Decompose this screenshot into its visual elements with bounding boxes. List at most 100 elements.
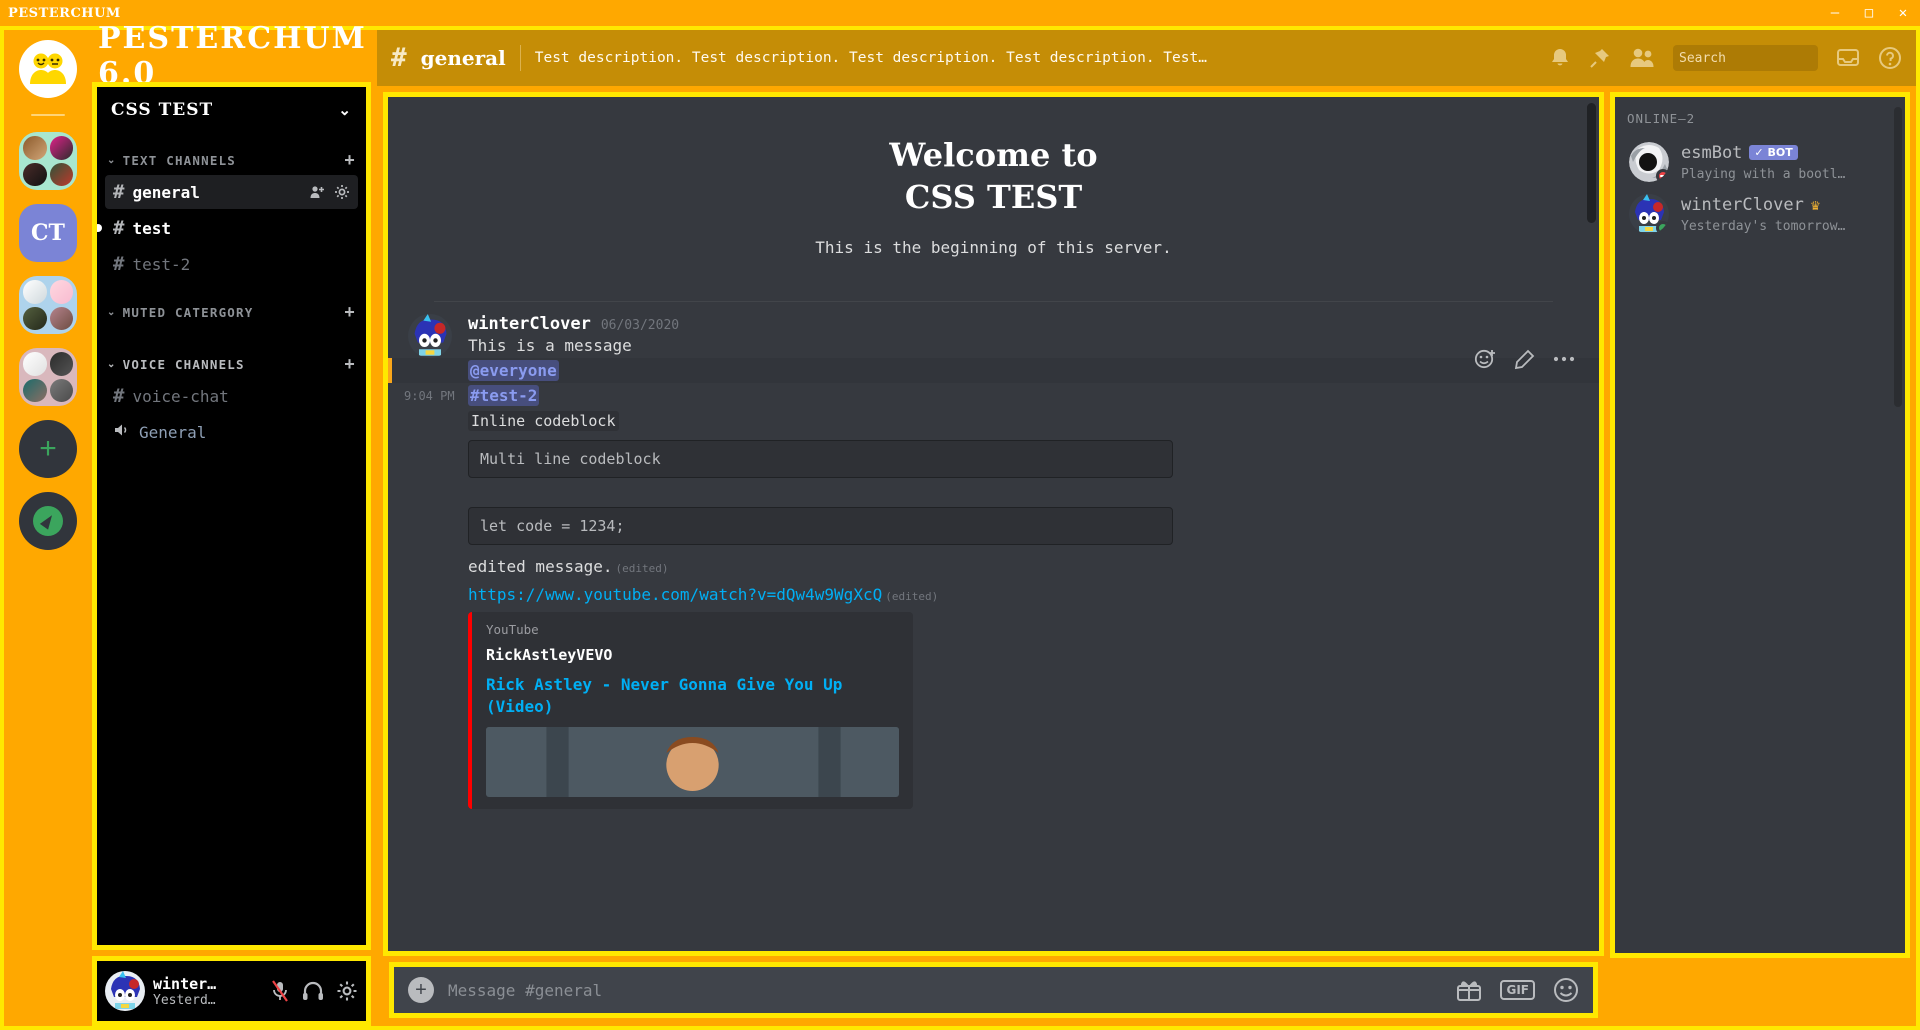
server-folder-2[interactable] (19, 276, 77, 334)
rail-divider (31, 114, 65, 116)
caret-down-icon: ⌄ (107, 358, 117, 370)
category-label: TEXT CHANNELS (122, 152, 237, 168)
sidebar-item-general[interactable]: # general (105, 175, 358, 209)
edit-icon[interactable] (1514, 349, 1535, 370)
gif-button[interactable]: GIF (1500, 980, 1535, 1000)
attach-plus-icon[interactable]: + (408, 977, 434, 1003)
list-item[interactable]: esmBot ✓ BOT Playing with a bootl… (1627, 136, 1893, 188)
gear-icon[interactable] (336, 980, 358, 1002)
channel-mention-link[interactable]: #test-2 (468, 385, 540, 407)
create-invite-icon[interactable] (309, 184, 325, 200)
message-row-edited[interactable]: edited message. (edited) (388, 552, 1599, 582)
message-row-channel-link[interactable]: 9:04 PM #test-2 (388, 383, 1599, 408)
sidebar-item-general-voice[interactable]: General (105, 415, 358, 449)
add-channel-icon[interactable]: + (344, 355, 356, 373)
category-text-channels[interactable]: ⌄ TEXT CHANNELS + (97, 143, 366, 173)
sidebar-item-test[interactable]: # test (97, 211, 358, 245)
channel-topic: Test description. Test description. Test… (534, 50, 1215, 66)
hash-icon: # (113, 253, 125, 275)
mic-muted-icon[interactable] (270, 980, 290, 1002)
guild-header[interactable]: CSS TEST ⌄ (97, 87, 366, 133)
add-channel-icon[interactable]: + (344, 303, 356, 321)
server-ct[interactable]: CT (19, 204, 77, 262)
header-icons (1549, 45, 1902, 71)
speaker-icon (113, 422, 131, 442)
bell-icon[interactable] (1549, 47, 1571, 69)
members-group-title: ONLINE—2 (1627, 111, 1696, 126)
more-options-icon[interactable] (1553, 355, 1575, 363)
window-close-button[interactable]: ✕ (1886, 0, 1920, 26)
search-input[interactable] (1679, 50, 1848, 66)
avatar[interactable] (105, 971, 145, 1011)
explore-servers-button[interactable] (19, 492, 77, 550)
list-item[interactable]: winterClover ♛ Yesterday's tomorrow… (1627, 188, 1893, 240)
message-author[interactable]: winterClover (468, 314, 591, 334)
category-label: VOICE CHANNELS (122, 356, 245, 372)
message-row-inline-code[interactable]: Inline codeblock (388, 408, 1599, 433)
embed-provider: YouTube (486, 622, 539, 638)
message-timestamp: 06/03/2020 (600, 318, 680, 334)
add-server-button[interactable]: + (19, 420, 77, 478)
avatar[interactable] (1629, 194, 1669, 234)
message-row-link[interactable]: https://www.youtube.com/watch?v=dQw4w9Wg… (388, 582, 1599, 812)
message-row-codeblock-1[interactable]: Multi line codeblock (388, 433, 1599, 485)
message-row-mention[interactable]: @everyone (388, 349, 1599, 384)
window-maximize-button[interactable]: □ (1852, 0, 1886, 26)
compass-icon (33, 506, 63, 536)
message-text: edited message. (468, 557, 613, 577)
member-status-text: Playing with a bootl… (1681, 166, 1846, 182)
channel-label: general (132, 182, 200, 202)
members-icon[interactable] (1629, 47, 1655, 69)
add-channel-icon[interactable]: + (344, 151, 356, 169)
search-box[interactable] (1673, 45, 1848, 71)
edit-channel-gear-icon[interactable] (334, 184, 350, 200)
window-minimize-button[interactable]: – (1818, 0, 1852, 26)
content-row: Welcome to CSS TEST This is the beginnin… (377, 86, 1916, 1026)
code-block: Multi line codeblock (468, 440, 1173, 479)
caret-down-icon: ⌄ (107, 306, 117, 318)
emoji-icon[interactable] (1553, 977, 1579, 1003)
members-scrollbar[interactable] (1894, 107, 1902, 407)
inbox-icon[interactable] (1836, 47, 1860, 69)
sidebar-item-voice-chat[interactable]: # voice-chat (105, 379, 358, 413)
channel-panel: CSS TEST ⌄ ⌄ TEXT CHANNELS + # general #… (92, 82, 371, 950)
youtube-embed[interactable]: YouTube RickAstleyVEVO Rick Astley - Nev… (468, 612, 913, 810)
server-home-button[interactable] (19, 40, 77, 98)
headphones-icon[interactable] (302, 981, 324, 1001)
message-scroll-area[interactable]: Welcome to CSS TEST This is the beginnin… (388, 97, 1599, 951)
gift-icon[interactable] (1456, 978, 1482, 1002)
member-name-row: esmBot ✓ BOT (1681, 143, 1845, 163)
welcome-block: Welcome to CSS TEST This is the beginnin… (388, 97, 1599, 267)
embed-author[interactable]: RickAstleyVEVO (486, 646, 899, 664)
chevron-down-icon[interactable]: ⌄ (338, 101, 352, 119)
avatar[interactable] (408, 314, 452, 359)
status-badge (1656, 221, 1669, 234)
category-muted[interactable]: ⌄ MUTED CATERGORY + (97, 295, 366, 325)
message-link[interactable]: https://www.youtube.com/watch?v=dQw4w9Wg… (468, 585, 882, 604)
embed-title[interactable]: Rick Astley - Never Gonna Give You Up (V… (486, 674, 899, 717)
user-panel[interactable]: winter… Yesterd… (92, 956, 371, 1026)
chat-panel: Welcome to CSS TEST This is the beginnin… (383, 92, 1604, 956)
chat-scrollbar[interactable] (1587, 103, 1596, 945)
unread-indicator (97, 224, 102, 232)
message-row-codeblock-2[interactable]: let code = 1234; (388, 485, 1599, 552)
message-input[interactable] (448, 980, 1443, 1000)
chat-scrollbar-thumb[interactable] (1587, 103, 1596, 223)
members-panel: ONLINE—2 esmBot ✓ BOT Playing with a boo… (1610, 92, 1910, 958)
embed-thumbnail[interactable] (486, 727, 899, 798)
add-reaction-icon[interactable] (1474, 348, 1496, 370)
avatar[interactable] (1629, 142, 1669, 182)
help-icon[interactable] (1878, 46, 1902, 70)
server-folder-1[interactable] (19, 132, 77, 190)
message-composer[interactable]: + GIF (389, 962, 1598, 1018)
welcome-line-2: CSS TEST (904, 177, 1083, 216)
sidebar-item-test-2[interactable]: # test-2 (105, 247, 358, 281)
pesterchum-logo-icon (30, 53, 66, 84)
category-voice-channels[interactable]: ⌄ VOICE CHANNELS + (97, 347, 366, 377)
embed-content: YouTube RickAstleyVEVO Rick Astley - Nev… (472, 612, 913, 809)
pin-icon[interactable] (1589, 47, 1611, 69)
mention-everyone[interactable]: @everyone (468, 360, 559, 382)
message-body: winterClover 06/03/2020 This is a messag… (468, 314, 1579, 358)
edited-tag: (edited) (615, 562, 669, 576)
server-folder-3[interactable] (19, 348, 77, 406)
